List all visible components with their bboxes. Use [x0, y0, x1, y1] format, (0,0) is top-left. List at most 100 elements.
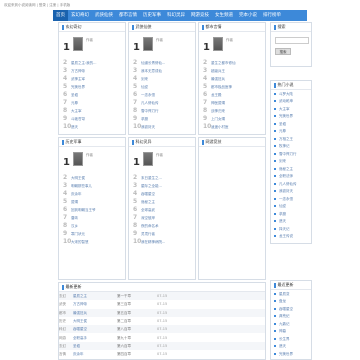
list-item[interactable]: 星辰变 [271, 290, 311, 298]
book-title-cell[interactable]: 吞噬星空 [73, 327, 117, 331]
book-cover[interactable] [73, 152, 83, 166]
rank-top-item[interactable]: 1 作者 [59, 147, 125, 174]
list-item-label[interactable]: 武动乾坤 [279, 99, 293, 103]
rank-top-item[interactable]: 1 作者 [199, 32, 265, 59]
book-title[interactable]: 战神归来 [211, 109, 225, 113]
list-item[interactable]: 仙逆 [271, 203, 311, 211]
book-title[interactable]: 雪中悍刀行 [141, 109, 159, 113]
nav-kehuan[interactable]: 科幻灵异 [164, 10, 188, 21]
rank-item[interactable]: 8 雪中悍刀行 [129, 107, 195, 115]
list-item-label[interactable]: 凡人修仙传 [279, 182, 297, 186]
list-item-label[interactable]: 莽荒纪 [279, 314, 290, 318]
nav-wuxia[interactable]: 武侠仙侠 [92, 10, 116, 21]
book-title[interactable]: 剑来 [141, 77, 148, 81]
list-item[interactable]: 诡秘之主 [271, 165, 311, 173]
rank-item[interactable]: 9 寒门状元 [59, 230, 125, 238]
book-title[interactable]: 仙道长青修仙... [141, 61, 165, 65]
chapter-cell[interactable]: 第六百章 [117, 344, 157, 348]
rank-item[interactable]: 4 剑来 [129, 75, 195, 83]
book-title[interactable]: 大宋的智慧 [71, 240, 89, 244]
chapter-cell[interactable]: 第四百章 [117, 352, 157, 356]
list-item-label[interactable]: 长生界 [279, 337, 290, 341]
book-title[interactable]: 赘婿 [71, 200, 78, 204]
book-title-cell[interactable]: 大明王侯 [73, 319, 117, 323]
nav-lishi[interactable]: 历史军事 [140, 10, 164, 21]
search-button[interactable]: 搜索 [275, 48, 291, 55]
book-title[interactable]: 元尊 [71, 101, 78, 105]
list-item-label[interactable]: 我欲封天 [279, 189, 293, 193]
rank-item[interactable]: 10 我在精神病院... [129, 238, 195, 246]
list-item[interactable]: 万相之王 [271, 135, 311, 143]
book-title-cell[interactable]: 庆余年 [73, 352, 117, 356]
list-item-label[interactable]: 吞噬星空 [279, 307, 293, 311]
book-title[interactable]: 唐砖 [71, 216, 78, 220]
rank-item[interactable]: 3 星际之全能... [129, 182, 195, 190]
book-title-cell[interactable]: 最强狂兵 [73, 311, 117, 315]
book-title[interactable]: 仙逆 [141, 85, 148, 89]
book-title[interactable]: 庆余年 [71, 192, 82, 196]
book-title[interactable]: 回到明朝当王爷 [71, 208, 96, 212]
rank-item[interactable]: 10 遮天 [59, 123, 125, 131]
list-item-label[interactable]: 大主宰 [279, 107, 290, 111]
book-cover[interactable] [143, 152, 153, 166]
list-item[interactable]: 雪中悍刀行 [271, 150, 311, 158]
list-item-label[interactable]: 完美世界 [279, 114, 293, 118]
book-title-cell[interactable]: 全职高手 [73, 336, 117, 340]
book-title[interactable]: 夜的命名术 [141, 224, 159, 228]
nav-wangyou[interactable]: 网游竞技 [188, 10, 212, 21]
rank-item[interactable]: 2 末日重生之... [129, 174, 195, 182]
rank-item[interactable]: 9 上门女婿 [199, 115, 265, 123]
chapter-cell[interactable]: 第九十章 [117, 336, 157, 340]
rank-item[interactable]: 2 大明王侯 [59, 174, 125, 182]
book-title[interactable]: 遮天 [71, 125, 78, 129]
rank-top-item[interactable]: 1 作者 [59, 32, 125, 59]
rank-item[interactable]: 6 圣墟 [59, 91, 125, 99]
list-item[interactable]: 盘龙 [271, 298, 311, 306]
nav-paihang[interactable]: 排行榜单 [260, 10, 284, 21]
rank-item[interactable]: 6 一念永恒 [129, 91, 195, 99]
rank-item[interactable]: 7 唐砖 [59, 214, 125, 222]
book-title[interactable]: 星辰之主:我的... [71, 61, 97, 65]
rank-item[interactable]: 4 最强狂兵 [199, 75, 265, 83]
rank-item[interactable]: 5 都市极品医神 [199, 83, 265, 91]
table-row[interactable]: 武侠 万古神帝 第三百章 07-15 [59, 300, 265, 308]
list-item[interactable]: 遮天 [271, 343, 311, 351]
list-item-label[interactable]: 择天记 [279, 227, 290, 231]
book-title[interactable]: 大明王侯 [71, 176, 85, 180]
book-title[interactable]: 求魔 [141, 117, 148, 121]
list-item[interactable]: 圣墟 [271, 120, 311, 128]
rank-item[interactable]: 7 深空彼岸 [129, 214, 195, 222]
rank-item[interactable]: 3 我本无意成仙 [129, 67, 195, 75]
book-title[interactable]: 深空彼岸 [141, 216, 155, 220]
table-row[interactable]: 历史 大明王侯 第二百章 07-15 [59, 317, 265, 325]
rank-item[interactable]: 3 万古神帝 [59, 67, 125, 75]
list-item-label[interactable]: 九鼎记 [279, 322, 290, 326]
list-item[interactable]: 神墓 [271, 328, 311, 336]
rank-item[interactable]: 5 诡秘之主 [129, 198, 195, 206]
chapter-cell[interactable]: 第二百章 [117, 319, 157, 323]
list-item-label[interactable]: 盘龙 [279, 299, 286, 303]
list-item-label[interactable]: 完美世界 [279, 352, 293, 356]
book-title[interactable]: 龙王殿 [211, 93, 222, 97]
list-item[interactable]: 斗罗大陆 [271, 90, 311, 98]
list-item[interactable]: 我欲封天 [271, 188, 311, 196]
list-item[interactable]: 大主宰 [271, 105, 311, 113]
book-title[interactable]: 全球高武 [141, 208, 155, 212]
list-item-label[interactable]: 诡秘之主 [279, 167, 293, 171]
book-title[interactable]: 最强狂兵 [211, 77, 225, 81]
list-item-label[interactable]: 遮天 [279, 219, 286, 223]
book-title[interactable]: 神医赘婿 [211, 101, 225, 105]
rank-item[interactable]: 6 全球高武 [129, 206, 195, 214]
rank-item[interactable]: 4 吞噬星空 [129, 190, 195, 198]
list-item[interactable]: 吞噬星空 [271, 305, 311, 313]
rank-item[interactable]: 3 明朝那些事儿 [59, 182, 125, 190]
list-item-label[interactable]: 牧神记 [279, 144, 290, 148]
book-title-cell[interactable]: 圣墟 [73, 344, 117, 348]
rank-item[interactable]: 7 凡人修仙传 [129, 99, 195, 107]
list-item[interactable]: 武动乾坤 [271, 98, 311, 106]
book-title[interactable]: 我在精神病院... [141, 240, 165, 244]
table-row[interactable]: 网游 全职高手 第九十章 07-15 [59, 333, 265, 341]
list-item[interactable]: 择天记 [271, 225, 311, 233]
list-item-label[interactable]: 仙逆 [279, 204, 286, 208]
list-item[interactable]: 遮天 [271, 218, 311, 226]
